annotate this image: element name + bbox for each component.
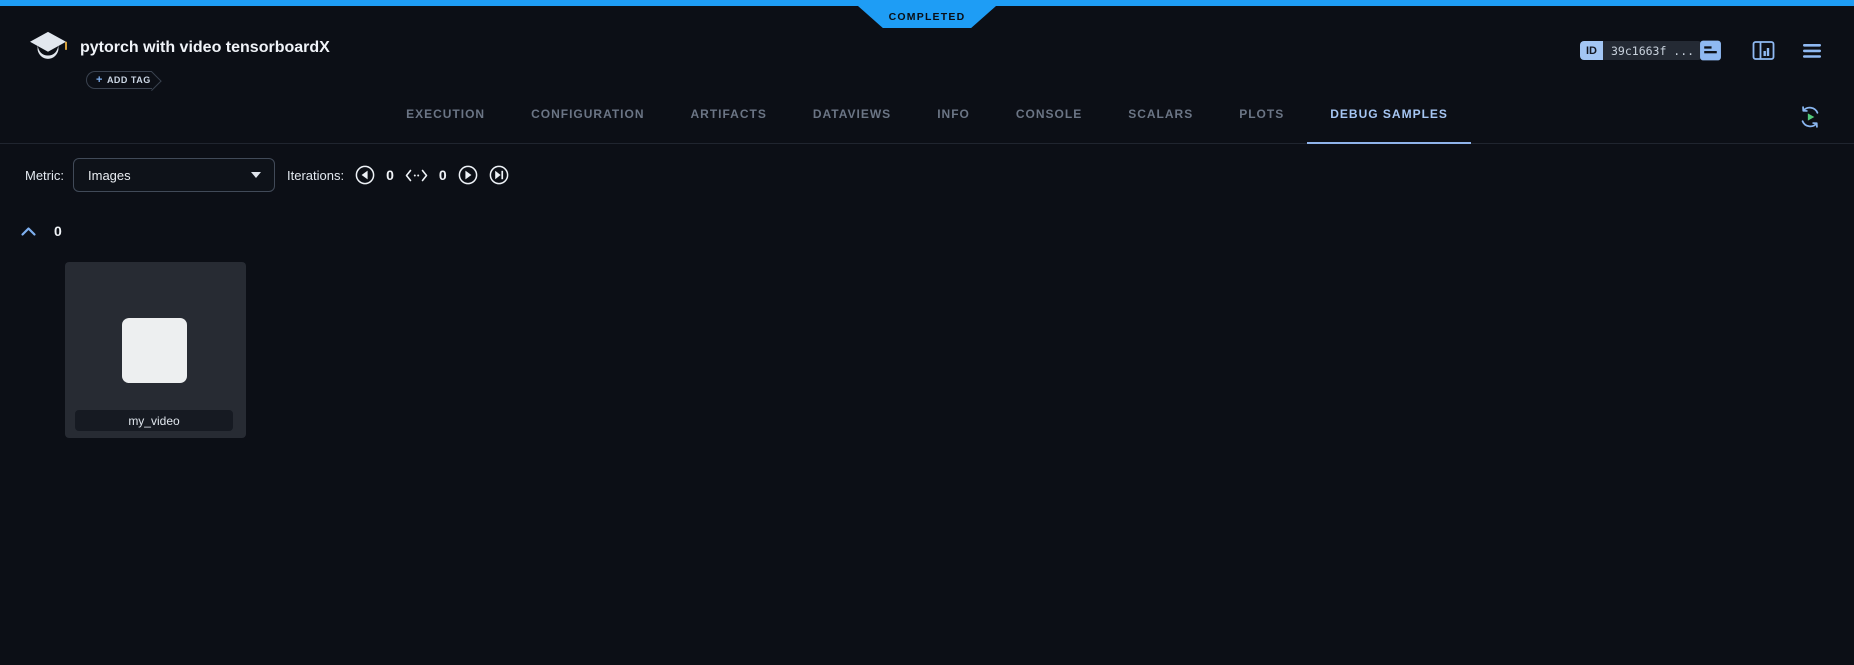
status-label: COMPLETED bbox=[889, 11, 966, 23]
debug-samples-page: COMPLETED pytorch with video tensorboard… bbox=[0, 0, 1854, 665]
id-chip: ID bbox=[1580, 41, 1603, 60]
experiment-logo-icon bbox=[27, 29, 69, 70]
details-panel-button[interactable] bbox=[1699, 39, 1722, 62]
next-iteration-icon bbox=[458, 173, 478, 188]
previous-iteration-button[interactable] bbox=[355, 165, 375, 185]
latest-iteration-icon bbox=[489, 173, 509, 188]
collapse-group-button[interactable] bbox=[20, 226, 37, 237]
chevron-down-icon bbox=[251, 172, 261, 178]
tab-console[interactable]: CONSOLE bbox=[993, 85, 1105, 143]
menu-button[interactable] bbox=[1802, 43, 1822, 59]
sample-name-label: my_video bbox=[75, 410, 233, 431]
chevron-up-icon bbox=[20, 225, 37, 240]
tab-debug-samples[interactable]: DEBUG SAMPLES bbox=[1307, 85, 1471, 143]
id-value: 39c1663f ... bbox=[1603, 41, 1702, 60]
tab-scalars[interactable]: SCALARS bbox=[1105, 85, 1216, 143]
iteration-min-value: 0 bbox=[386, 167, 394, 183]
previous-iteration-icon bbox=[355, 173, 375, 188]
metric-label: Metric: bbox=[25, 168, 64, 183]
split-view-icon bbox=[1752, 49, 1775, 64]
details-panel-icon bbox=[1699, 50, 1722, 65]
tab-bar: EXECUTION CONFIGURATION ARTIFACTS DATAVI… bbox=[0, 85, 1854, 144]
experiment-title: pytorch with video tensorboardX bbox=[80, 39, 330, 57]
latest-iteration-button[interactable] bbox=[489, 165, 509, 185]
auto-refresh-icon bbox=[1797, 118, 1823, 133]
metric-select[interactable]: Images bbox=[73, 158, 275, 192]
group-label: 0 bbox=[54, 223, 62, 239]
status-badge: COMPLETED bbox=[858, 6, 996, 28]
debug-sample-card[interactable]: my_video bbox=[65, 262, 246, 438]
video-thumbnail[interactable] bbox=[122, 318, 187, 383]
status-strip bbox=[0, 0, 1854, 6]
iteration-range-icon bbox=[405, 169, 428, 182]
tab-configuration[interactable]: CONFIGURATION bbox=[508, 85, 667, 143]
tab-dataviews[interactable]: DATAVIEWS bbox=[790, 85, 914, 143]
experiment-id-badge[interactable]: ID 39c1663f ... bbox=[1580, 41, 1702, 60]
debug-samples-toolbar: Metric: Images Iterations: 0 0 bbox=[25, 158, 509, 192]
sample-group-header: 0 bbox=[20, 223, 62, 239]
tab-info[interactable]: INFO bbox=[914, 85, 993, 143]
iterations-label: Iterations: bbox=[287, 168, 344, 183]
metric-selected-value: Images bbox=[88, 168, 131, 183]
tab-artifacts[interactable]: ARTIFACTS bbox=[668, 85, 790, 143]
auto-refresh-button[interactable] bbox=[1797, 104, 1823, 130]
iteration-max-value: 0 bbox=[439, 167, 447, 183]
tab-execution[interactable]: EXECUTION bbox=[383, 85, 508, 143]
next-iteration-button[interactable] bbox=[458, 165, 478, 185]
tab-plots[interactable]: PLOTS bbox=[1216, 85, 1307, 143]
split-view-button[interactable] bbox=[1752, 40, 1775, 61]
hamburger-menu-icon bbox=[1802, 47, 1822, 62]
add-tag-label: ADD TAG bbox=[107, 75, 151, 85]
